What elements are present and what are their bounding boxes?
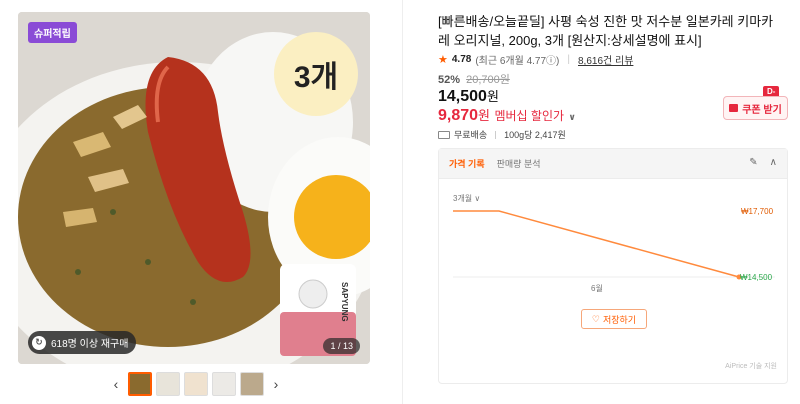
heart-icon: ♡ [591,313,600,324]
quantity-label: 3개 [274,32,358,116]
original-price: 20,700원 [466,74,510,86]
thumbnail[interactable] [240,372,264,396]
truck-icon [438,130,450,139]
member-price-unit: 원 [478,108,491,123]
rating-row: ★ 4.78 (최근 6개월 4.77ⓘ) | 8,616건 리뷰 [438,52,633,67]
high-price-label: ₩17,700 [741,207,774,216]
page: 슈퍼적립 3개 SAPYUNG ↻ 618명 이상 재구매 1 / 13 ‹ ›… [0,0,800,404]
member-price-label: 멤버십 할인가 [494,109,565,123]
save-button[interactable]: ♡ 저장하기 [581,309,647,329]
product-title: [빠른배송/오늘끝딜] 사평 숙성 진한 맛 저수분 일본카레 키마카레 오리지… [438,14,774,48]
separator: | [567,54,570,65]
thumbnail[interactable] [128,372,152,396]
rating-value: 4.78 [451,54,472,65]
coupon-label: 쿠폰 받기 [742,104,782,116]
separator [495,130,497,139]
repurchase-text: 618명 이상 재구매 [51,339,129,350]
review-count-link[interactable]: 8,616건 리뷰 [578,52,633,67]
repurchase-badge: ↻ 618명 이상 재구매 [28,331,137,354]
divider [402,0,403,404]
x-tick-label: 6월 [591,284,603,293]
discount-row: 52% 20,700원 [438,71,510,87]
chevron-left-icon[interactable]: ‹ [108,376,124,392]
price-history-panel: 가격 기록 판매량 분석 ✎ ∧ 3개월 ∨ ₩17,700 ₩14,500 6… [438,148,788,384]
sale-price-value: 14,500 [438,88,487,105]
member-price-value: 9,870 [438,107,479,124]
product-image[interactable]: 슈퍼적립 3개 SAPYUNG ↻ 618명 이상 재구매 1 / 13 [18,12,370,364]
chevron-right-icon[interactable]: › [268,376,284,392]
thumbnail[interactable] [212,372,236,396]
image-counter: 1 / 13 [323,338,360,354]
price-line [453,210,740,278]
package-brand: SAPYUNG [340,282,349,322]
star-icon: ★ [438,54,448,66]
low-price-label: ₩14,500 [740,273,773,282]
price-chart [453,210,775,280]
thumbnail-strip: ‹ › [108,372,284,396]
sale-price-unit: 원 [486,89,499,104]
chevron-down-icon: ∨ [568,112,576,122]
powered-by: AiPrice 기술 지원 [725,363,777,370]
rating-detail[interactable]: (최근 6개월 4.77ⓘ) [475,52,559,67]
thumbnail[interactable] [156,372,180,396]
shipping-text: 무료배송 [454,130,488,140]
save-label: 저장하기 [602,314,637,325]
discount-percent: 52% [438,74,461,86]
coupon-icon [729,104,739,112]
coupon-button[interactable]: 쿠폰 받기 [723,96,788,120]
super-reward-badge: 슈퍼적립 [28,22,77,43]
shipping-row: 무료배송 100g당 2,417원 [438,128,566,141]
member-price[interactable]: 9,870원 멤버십 할인가 ∨ [438,105,576,125]
repeat-icon: ↻ [32,335,46,350]
sale-price: 14,500원 [438,86,499,106]
unit-price: 100g당 2,417원 [504,130,566,140]
thumbnail[interactable] [184,372,208,396]
